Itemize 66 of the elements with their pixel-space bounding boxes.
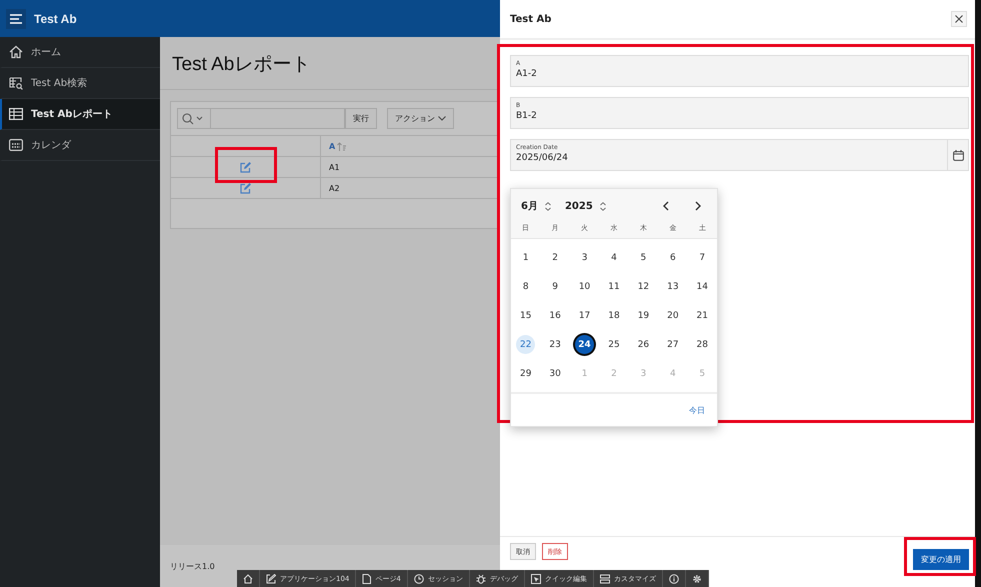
calendar-day[interactable]: 30: [546, 364, 565, 383]
calendar-day[interactable]: 17: [575, 306, 594, 325]
year-select[interactable]: 2025: [564, 200, 606, 212]
calendar-day[interactable]: 12: [634, 277, 653, 296]
calendar-day[interactable]: 11: [604, 277, 624, 296]
calendar-day[interactable]: 6: [663, 248, 682, 267]
app-title: Test Ab: [34, 12, 77, 26]
menu-icon-glyph: [10, 14, 22, 24]
calendar-day[interactable]: 23: [546, 335, 565, 354]
calendar-day[interactable]: 4: [604, 248, 624, 267]
up-down-icon: [600, 202, 606, 210]
layers-icon: [600, 574, 610, 584]
apply-changes-button[interactable]: 変更の適用: [913, 549, 969, 570]
bug-icon: [476, 574, 486, 584]
previous-month-icon[interactable]: [663, 201, 669, 211]
menu-icon[interactable]: [6, 8, 26, 28]
release-label: リリース1.0: [170, 560, 215, 572]
calendar-day[interactable]: 24: [575, 335, 594, 354]
close-button[interactable]: [951, 11, 967, 27]
calendar-day[interactable]: 25: [604, 335, 624, 354]
month-select[interactable]: 6月: [521, 199, 551, 213]
calendar-icon[interactable]: [952, 150, 964, 160]
calendar-day[interactable]: 9: [546, 277, 565, 296]
calendar-day[interactable]: 26: [634, 335, 653, 354]
edit-icon[interactable]: [240, 182, 251, 194]
calendar-day[interactable]: 14: [692, 277, 712, 296]
table-search-icon: [9, 76, 23, 90]
clock-icon: [414, 574, 424, 584]
caret-icon: [438, 116, 446, 121]
calendar-day[interactable]: 1: [516, 248, 536, 267]
table-icon: [9, 108, 23, 120]
calendar-day[interactable]: 28: [692, 335, 712, 354]
calendar-day[interactable]: 8: [516, 277, 536, 296]
calendar-day[interactable]: 2: [546, 248, 565, 267]
home-icon[interactable]: [243, 574, 253, 584]
calendar-day[interactable]: 22: [516, 335, 536, 354]
today-button[interactable]: 今日: [689, 404, 705, 416]
close-icon: [955, 15, 963, 23]
calendar-day[interactable]: 3: [575, 248, 594, 267]
next-month-icon[interactable]: [695, 201, 701, 211]
info-icon[interactable]: [668, 574, 679, 584]
calendar-day[interactable]: 15: [516, 306, 536, 325]
calendar-day[interactable]: 19: [634, 306, 653, 325]
calendar-day[interactable]: 13: [663, 277, 682, 296]
calendar-day[interactable]: 18: [604, 306, 624, 325]
actions-button[interactable]: アクション: [387, 108, 454, 129]
calendar-day[interactable]: 7: [692, 248, 712, 267]
calendar-icon: [9, 139, 23, 151]
cursor-icon: [530, 574, 541, 584]
calendar-day[interactable]: 5: [634, 248, 653, 267]
up-down-icon: [544, 202, 551, 210]
dialog-title: Test Ab: [510, 14, 552, 24]
nav-item[interactable]: Test Abレポート: [0, 99, 160, 130]
highlight-frame: [904, 537, 976, 576]
calendar-day[interactable]: 16: [546, 306, 565, 325]
calendar-day[interactable]: 10: [575, 277, 594, 296]
page-icon: [362, 574, 372, 584]
calendar-day[interactable]: 29: [516, 364, 536, 383]
calendar-day[interactable]: 21: [692, 306, 712, 325]
search-icon[interactable]: [182, 112, 204, 124]
edit-icon: [266, 574, 276, 584]
go-button[interactable]: 実行: [345, 108, 377, 129]
home-icon: [9, 45, 23, 59]
settings-icon[interactable]: [692, 574, 702, 584]
calendar-day[interactable]: 27: [663, 335, 682, 354]
calendar-day[interactable]: 20: [663, 306, 682, 325]
